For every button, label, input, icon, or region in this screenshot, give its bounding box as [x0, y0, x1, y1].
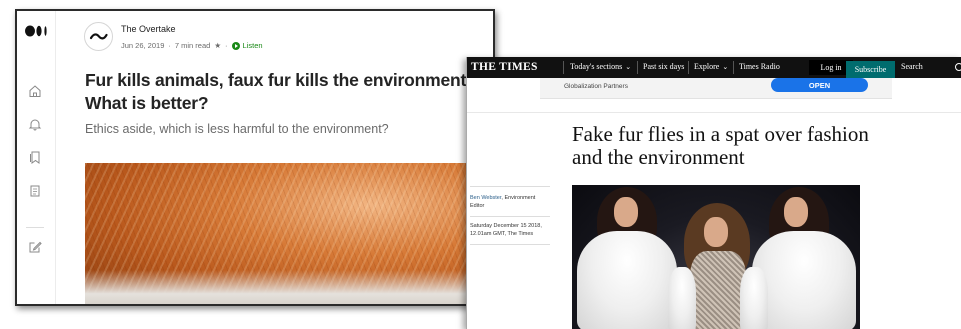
nav-times-radio[interactable]: Times Radio [739, 62, 780, 71]
search-link[interactable]: Search [901, 62, 923, 71]
article-headline: Fake fur flies in a spat over fashion an… [572, 122, 869, 169]
post-date: Jun 26, 2019 [121, 41, 165, 50]
play-icon [231, 41, 240, 50]
nav-explore-label: Explore [694, 62, 720, 71]
subscribe-button[interactable]: Subscribe [846, 61, 895, 78]
dateline: Saturday December 15 2018, 12.01am GMT, … [470, 223, 542, 237]
photo-figure-face [704, 217, 728, 247]
bookmarks-icon[interactable] [28, 150, 42, 164]
nav-past-six-days[interactable]: Past six days [643, 62, 684, 71]
nav-times-radio-label: Times Radio [739, 62, 780, 71]
member-star-icon: ★ [214, 41, 222, 50]
post-meta: Jun 26, 2019 · 7 min read ★ · Listen [121, 41, 263, 50]
tilde-logo-icon [89, 33, 108, 40]
times-article-window: THE TIMES Today's sections ⌄ Past six da… [466, 57, 961, 329]
meta-separator: · [225, 41, 228, 50]
bell-icon[interactable] [28, 117, 42, 131]
nav-divider [563, 61, 564, 74]
write-icon[interactable] [28, 240, 42, 254]
nav-todays-sections[interactable]: Today's sections ⌄ [570, 62, 631, 71]
listen-button[interactable]: Listen [231, 41, 263, 50]
fur-hero-image [85, 163, 493, 304]
byline-author-link[interactable]: Ben Webster [470, 195, 501, 201]
ad-banner[interactable]: Globalization Partners OPEN [540, 78, 892, 99]
author-name[interactable]: The Overtake [121, 24, 176, 34]
header-divider [467, 112, 961, 113]
nav-divider [733, 61, 734, 74]
article-subtitle: Ethics aside, which is less harmful to t… [85, 122, 389, 136]
ad-advertiser: Globalization Partners [564, 83, 628, 90]
medium-logo-icon[interactable] [25, 25, 49, 37]
meta-separator: · [168, 41, 171, 50]
byline: Ben Webster, Environment Editor [470, 194, 550, 210]
photo-sequin-outfit [690, 251, 746, 329]
nav-divider [637, 61, 638, 74]
times-logo[interactable]: THE TIMES [471, 61, 538, 73]
times-nav-bar: THE TIMES Today's sections ⌄ Past six da… [467, 57, 961, 78]
chevron-down-icon: ⌄ [625, 62, 632, 71]
read-time: 7 min read [174, 41, 211, 50]
rail-divider [26, 227, 44, 228]
photo-figure-face [784, 197, 808, 227]
medium-article-window: The Overtake Jun 26, 2019 · 7 min read ★… [15, 9, 495, 306]
search-icon[interactable] [955, 63, 961, 71]
byline-divider [470, 216, 550, 217]
nav-divider [688, 61, 689, 74]
document-icon[interactable] [28, 184, 42, 198]
listen-label: Listen [242, 41, 263, 50]
nav-explore[interactable]: Explore ⌄ [694, 62, 728, 71]
home-icon[interactable] [28, 84, 42, 98]
left-nav-rail [17, 11, 56, 304]
fur-image-shadow [85, 270, 493, 304]
photo-figure-face [614, 197, 638, 227]
chevron-down-icon: ⌄ [722, 62, 729, 71]
ad-open-button[interactable]: OPEN [771, 78, 868, 92]
byline-divider [470, 244, 550, 245]
photo-fur-coat [740, 267, 768, 329]
article-photo [572, 185, 860, 329]
article-title: Fur kills animals, faux fur kills the en… [85, 70, 471, 113]
photo-fur-coat [577, 231, 677, 329]
nav-past-six-days-label: Past six days [643, 62, 685, 71]
photo-fur-coat [668, 267, 696, 329]
byline-divider [470, 186, 550, 187]
nav-todays-sections-label: Today's sections [570, 62, 623, 71]
author-avatar[interactable] [84, 22, 113, 51]
